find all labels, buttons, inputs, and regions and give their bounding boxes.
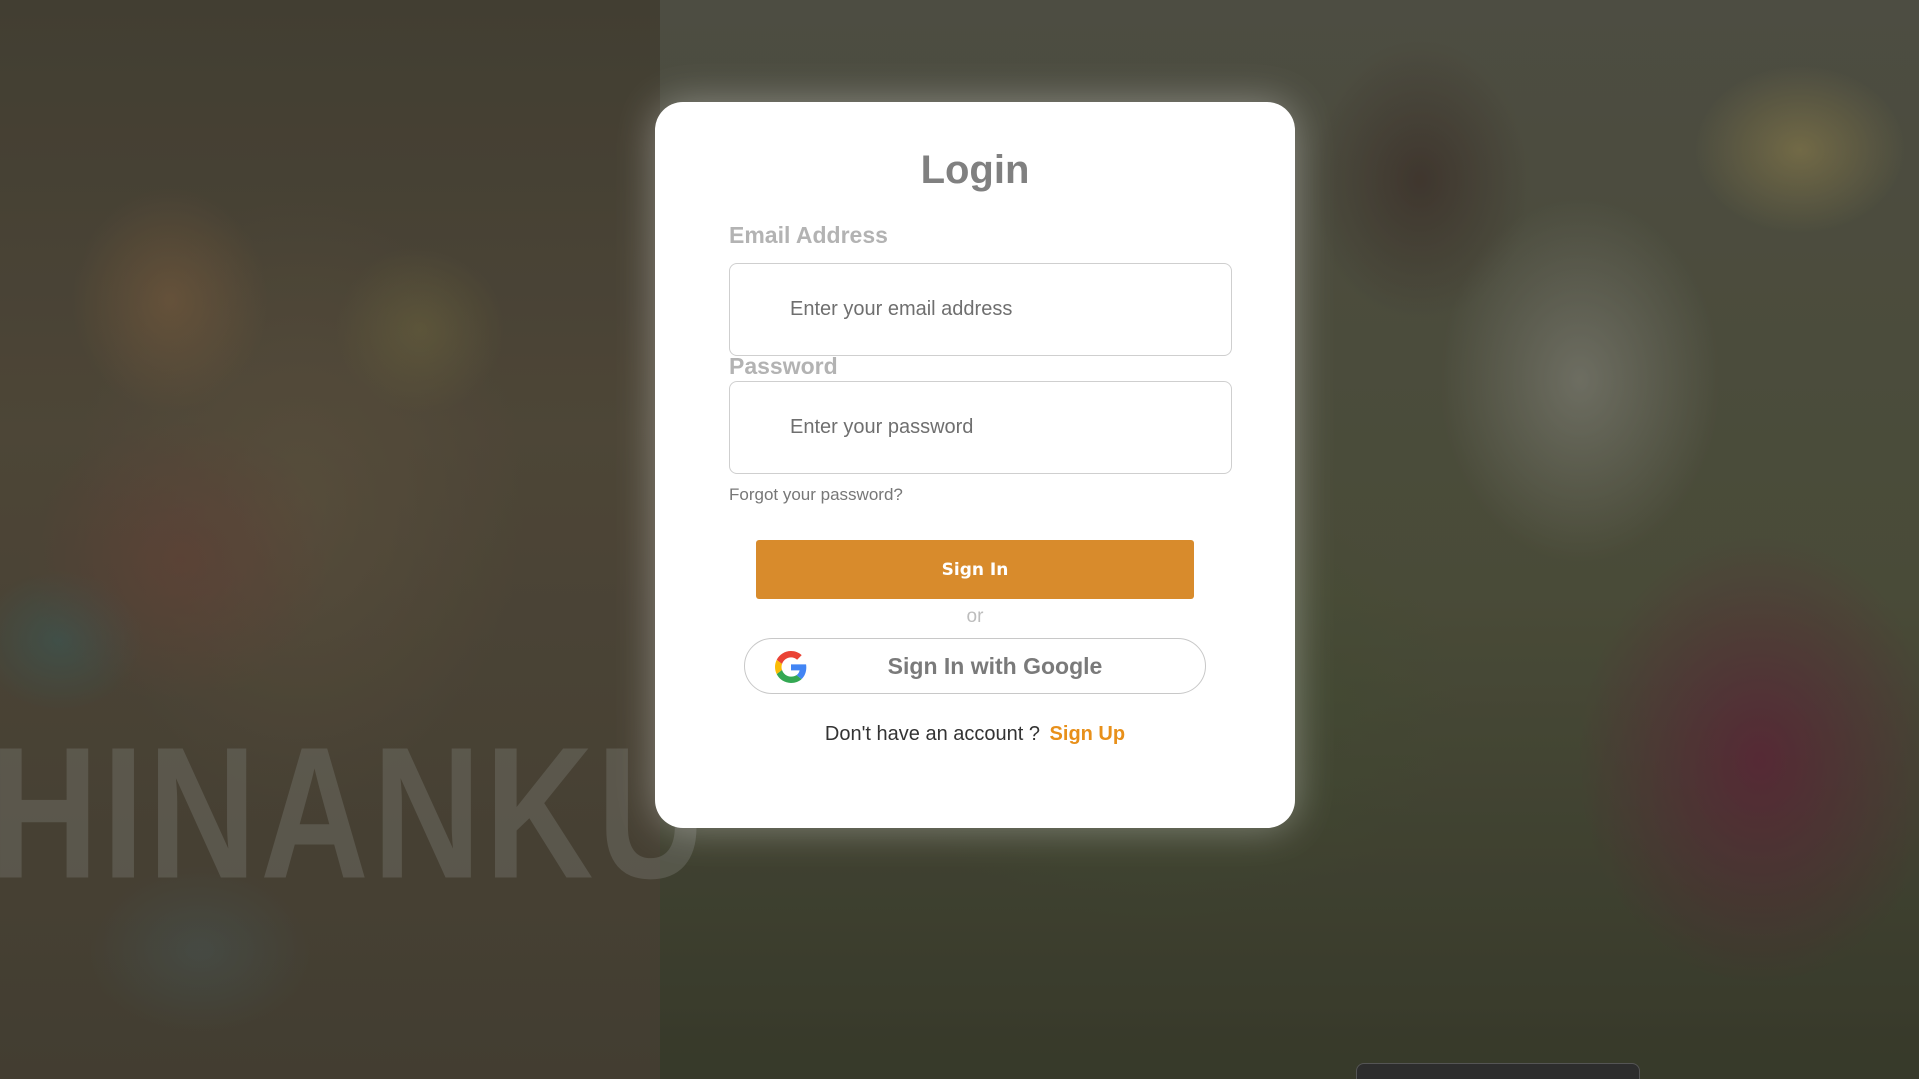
bottom-popup-tab[interactable] (1356, 1063, 1640, 1079)
login-page: HINANKU Login Email Address Password For… (0, 0, 1919, 1079)
email-label: Email Address (729, 222, 888, 248)
forgot-password-link[interactable]: Forgot your password? (729, 485, 903, 505)
email-input[interactable] (729, 263, 1232, 356)
sign-up-link[interactable]: Sign Up (1050, 723, 1126, 745)
sign-in-button[interactable]: Sign In (756, 540, 1194, 599)
login-title: Login (920, 148, 1030, 192)
signup-prompt: Don't have an account ? (824, 723, 1040, 745)
or-divider: or (966, 606, 984, 627)
signup-row: Don't have an account ? Sign Up (655, 723, 1295, 746)
password-label: Password (729, 353, 838, 379)
google-sign-in-label: Sign In with Google (887, 653, 1103, 679)
google-sign-in-button[interactable]: Sign In with Google (744, 638, 1206, 694)
password-input[interactable] (729, 381, 1232, 474)
